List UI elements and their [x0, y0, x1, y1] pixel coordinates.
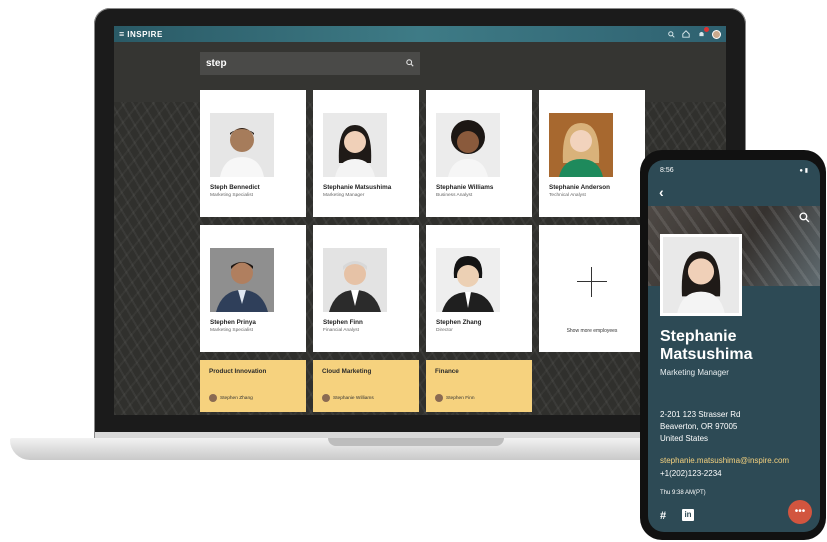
laptop-screen: ≡ INSPIRE step Steph Bennedict Marketing… — [114, 26, 726, 415]
back-chevron-icon[interactable]: ‹ — [659, 184, 664, 200]
phone-time: 8:56 — [660, 166, 674, 174]
person-card[interactable]: Steph Bennedict Marketing Specialist — [200, 90, 306, 217]
person-title: Financial Analyst — [323, 328, 359, 333]
team-lead: Stephanie Williams — [322, 394, 374, 402]
person-photo — [210, 248, 274, 312]
team-lead-name: Stephanie Williams — [333, 395, 374, 401]
phone-screen: 8:56 ● ▮ ‹ Stephanie Matsushima Marketin… — [648, 160, 820, 532]
search-icon[interactable] — [406, 58, 414, 69]
search-icon[interactable] — [667, 30, 675, 38]
profile-email-link[interactable]: stephanie.matsushima@inspire.com — [660, 456, 789, 465]
wifi-battery-icon: ● ▮ — [799, 167, 808, 174]
person-card[interactable]: Stephanie Williams Business Analyst — [426, 90, 532, 217]
avatar — [322, 394, 330, 402]
team-name: Product Innovation — [209, 368, 267, 375]
team-name: Cloud Marketing — [322, 368, 372, 375]
person-card[interactable]: Stephanie Anderson Technical Analyst — [539, 90, 645, 217]
profile-last-name: Matsushima — [660, 346, 753, 363]
person-name: Stephen Finn — [323, 319, 363, 326]
profile-first-name: Stephanie — [660, 328, 737, 345]
hamburger-icon[interactable]: ≡ — [119, 26, 124, 42]
person-name: Stephen Zhang — [436, 319, 482, 326]
search-input[interactable]: step — [200, 52, 420, 75]
search-icon[interactable] — [799, 212, 810, 226]
person-name: Stephanie Anderson — [549, 184, 610, 191]
team-name: Finance — [435, 368, 459, 375]
profile-phone-link[interactable]: +1(202)123-2234 — [660, 469, 722, 478]
person-photo — [436, 113, 500, 177]
team-card[interactable]: Finance Stephen Finn — [426, 360, 532, 412]
people-stage: step Steph Bennedict Marketing Specialis… — [114, 42, 726, 415]
person-name: Stephanie Williams — [436, 184, 494, 191]
laptop-notch — [328, 438, 504, 446]
person-title: Director — [436, 328, 453, 333]
profile-local-time: Thu 9:38 AM(PT) — [660, 490, 706, 496]
topbar-icons — [667, 27, 721, 39]
search-value: step — [206, 58, 227, 69]
home-icon[interactable] — [682, 30, 690, 38]
profile-role: Marketing Manager — [660, 368, 729, 377]
address-line: 2-201 123 Strasser Rd — [660, 410, 741, 419]
profile-photo — [660, 234, 742, 316]
person-name: Steph Bennedict — [210, 184, 260, 191]
brand-logo: INSPIRE — [127, 29, 163, 39]
show-more-label: Show more employees — [566, 328, 618, 334]
person-photo — [549, 113, 613, 177]
show-more-employees-card[interactable]: Show more employees — [539, 225, 645, 352]
notification-badge — [704, 27, 709, 32]
person-name: Stephanie Matsushima — [323, 184, 392, 191]
avatar[interactable] — [712, 29, 721, 39]
address-line: Beaverton, OR 97005 — [660, 422, 738, 431]
person-title: Marketing Manager — [323, 193, 365, 198]
team-card[interactable]: Product Innovation Stephen Zhang — [200, 360, 306, 412]
phone-status-bar: 8:56 ● ▮ — [648, 160, 820, 180]
person-card[interactable]: Stephen Zhang Director — [426, 225, 532, 352]
team-lead: Stephen Zhang — [209, 394, 253, 402]
person-photo — [323, 113, 387, 177]
team-lead-name: Stephen Zhang — [220, 395, 253, 401]
profile-name: Stephanie Matsushima — [660, 328, 752, 364]
person-title: Marketing Specialist — [210, 328, 253, 333]
person-title: Marketing Specialist — [210, 193, 253, 198]
person-card[interactable]: Stephen Finn Financial Analyst — [313, 225, 419, 352]
person-photo — [210, 113, 274, 177]
person-card[interactable]: Stephen Prinya Marketing Specialist — [200, 225, 306, 352]
bell-icon[interactable] — [697, 27, 709, 38]
avatar — [435, 394, 443, 402]
person-photo — [436, 248, 500, 312]
team-lead-name: Stephen Finn — [446, 395, 475, 401]
person-name: Stephen Prinya — [210, 319, 256, 326]
person-title: Business Analyst — [436, 193, 473, 198]
person-title: Technical Analyst — [549, 193, 586, 198]
team-lead: Stephen Finn — [435, 394, 475, 402]
avatar — [209, 394, 217, 402]
chat-icon[interactable]: ••• — [788, 500, 812, 524]
person-card[interactable]: Stephanie Matsushima Marketing Manager — [313, 90, 419, 217]
person-photo — [323, 248, 387, 312]
address-line: United States — [660, 434, 709, 443]
team-card[interactable]: Cloud Marketing Stephanie Williams — [313, 360, 419, 412]
slack-icon[interactable]: # — [660, 510, 666, 522]
app-topbar: ≡ INSPIRE — [114, 26, 726, 42]
phone-frame: 8:56 ● ▮ ‹ Stephanie Matsushima Marketin… — [640, 150, 826, 540]
profile-address: 2-201 123 Strasser Rd Beaverton, OR 9700… — [660, 409, 741, 445]
plus-icon — [577, 267, 607, 297]
linkedin-icon[interactable]: in — [682, 509, 694, 521]
